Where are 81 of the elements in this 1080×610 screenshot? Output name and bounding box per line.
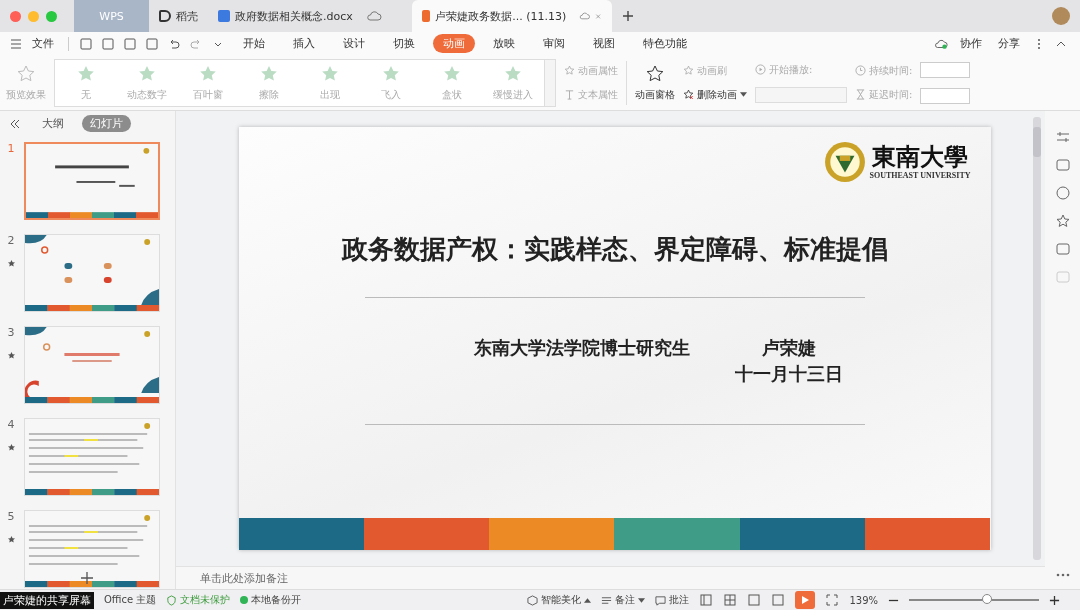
view-tab[interactable]: 大纲 [34,115,72,132]
collaborate-button[interactable]: 协作 [954,36,988,51]
star-outline-icon [16,63,36,84]
animation-pane-button[interactable]: 动画窗格 [635,63,675,102]
animation-icon[interactable] [1054,213,1071,229]
presentation-date: 十一月十三日 [734,362,843,386]
slide-title: 政务数据产权：实践样态、界定障碍、标准提倡 [340,233,889,266]
comment-button[interactable]: 批注 [655,593,690,607]
notes-button[interactable]: 备注 [601,593,646,607]
author-affiliation: 东南大学法学院博士研究生 [473,336,690,360]
zoom-in-icon[interactable] [1049,594,1060,606]
normal-view-icon[interactable] [699,593,714,607]
slide-thumbnail[interactable] [24,142,160,220]
ribbon-tab[interactable]: 视图 [583,34,625,53]
grid-view-icon[interactable] [723,593,738,607]
author-name: 卢荣婕 [761,336,816,360]
file-menu[interactable]: 文件 [26,36,60,51]
document-tab[interactable]: 卢荣婕政务数据... (11.13) [411,0,612,32]
share-button[interactable]: 分享 [992,36,1026,51]
menu-icon[interactable] [10,38,22,49]
ribbon-tab[interactable]: 插入 [283,34,325,53]
play-circle-icon [755,64,766,75]
ribbon-tab[interactable]: 开始 [233,34,275,53]
cloud-icon [579,11,591,21]
document-tab[interactable]: 稻壳 [149,0,208,32]
slide-number: 5 [7,510,15,523]
document-icon [218,10,230,22]
play-icon [800,595,811,605]
university-name: 東南大學 [872,144,968,171]
clock-icon [855,65,866,76]
add-slide-icon[interactable] [80,571,94,585]
theme-label: Office 主题 [104,593,157,607]
start-play-label: 开始播放: [755,62,847,77]
beautify-button[interactable]: 智能美化 [527,593,592,607]
ribbon-tab[interactable]: 设计 [333,34,375,53]
star-delete-icon [683,89,694,100]
slide-number: 2 [7,234,15,247]
ribbon-tab[interactable]: 切换 [383,34,425,53]
caret-icon [584,597,592,603]
close-tab-icon[interactable] [595,11,602,21]
duration-label: 持续时间: [855,63,913,78]
presentation-icon [421,10,431,22]
document-tab[interactable]: 政府数据相关概念.docx [208,0,392,32]
zoom-window-button[interactable] [46,10,57,22]
fit-window-icon[interactable] [825,593,840,607]
text-cursor-icon [564,89,575,100]
slide-number: 3 [7,326,15,339]
notes-icon [601,594,613,606]
ribbon-tab[interactable]: 放映 [483,34,525,53]
vertical-scrollbar[interactable] [1033,117,1041,560]
comment-icon [655,594,667,606]
star-outline-icon [564,65,575,76]
duration-field[interactable] [920,61,971,78]
slide-number: 1 [7,142,15,155]
ribbon-tab[interactable]: 特色功能 [633,34,697,53]
avatar[interactable] [1052,7,1070,25]
cube-icon [527,594,539,606]
star-outline-icon [645,63,665,84]
status-dot-icon [240,596,249,604]
adjust-icon[interactable] [1054,129,1071,145]
ribbon-tab[interactable]: 审阅 [533,34,575,53]
zoom-level[interactable]: 139% [849,594,878,606]
delay-label: 延迟时间: [855,87,913,102]
backup-status[interactable]: 本地备份开 [240,593,302,607]
caret-icon [740,92,747,97]
notes-field[interactable]: 单击此处添加备注 [176,566,1045,589]
play-button[interactable] [795,591,816,609]
start-play-dropdown[interactable] [755,86,847,103]
cloud-icon [365,11,382,21]
delete-animation-button[interactable]: 删除动画 [683,87,747,102]
caret-icon [638,597,646,603]
daoke-icon [159,10,171,22]
star-outline-icon [683,65,694,76]
hourglass-icon [855,89,866,100]
slide-number: 4 [7,418,15,431]
university-emblem-icon [823,141,866,183]
close-window-button[interactable] [10,10,21,22]
university-name-english: SOUTHEAST UNIVERSITY [869,170,971,180]
new-tab-icon[interactable] [621,10,634,22]
delay-field[interactable] [920,87,971,104]
screen-share-label: 卢荣婕的共享屏幕 [0,591,94,609]
